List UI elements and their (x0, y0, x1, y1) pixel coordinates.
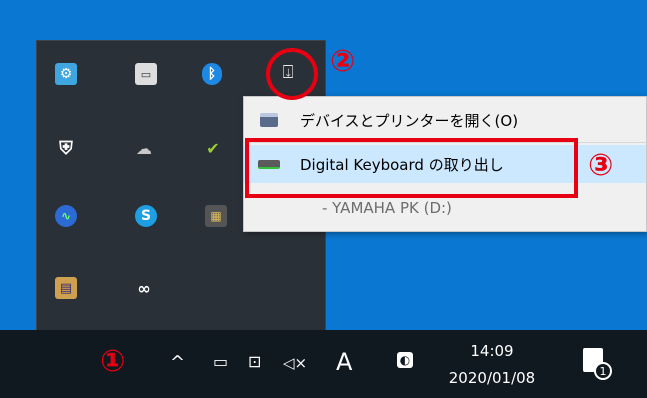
control-panel-icon[interactable]: ⚙ (55, 63, 77, 85)
open-devices-menu-item[interactable]: デバイスとプリンターを開く(O) (244, 101, 646, 139)
clock[interactable]: 14:09 2020/01/08 (432, 338, 552, 392)
battery-icon[interactable]: ▭ (213, 352, 228, 371)
checkmark-drive-icon[interactable]: ✔ (202, 137, 224, 159)
step-3-label: ③ (588, 148, 614, 183)
app-icon[interactable]: ▦ (205, 205, 227, 227)
volume-muted-icon[interactable]: ◁× (283, 354, 307, 372)
eject-highlight-box (245, 138, 578, 198)
notification-center-button[interactable]: 1 (583, 348, 612, 380)
clock-time: 14:09 (470, 342, 514, 360)
security-warning-icon[interactable]: ⛨ (55, 137, 77, 159)
monitor-icon[interactable]: ▭ (135, 63, 157, 85)
printer-icon[interactable]: ▤ (55, 277, 77, 299)
skype-icon[interactable]: S (135, 205, 157, 227)
drive-label: - YAMAHA PK (D:) (322, 199, 452, 217)
notification-count-badge: 1 (594, 362, 612, 380)
show-hidden-icons-chevron[interactable]: ^ (170, 352, 185, 373)
clock-date: 2020/01/08 (448, 369, 536, 387)
ime-indicator[interactable]: A (336, 348, 352, 376)
step-2-label: ② (330, 44, 356, 79)
devices-printers-icon (258, 111, 280, 129)
cloud-offline-icon[interactable]: ☁ (133, 137, 155, 159)
taskbar: ① ^ ▭ ⊡ ◁× A ◐ 14:09 2020/01/08 1 (0, 330, 647, 398)
usb-icon-highlight-circle (266, 48, 318, 100)
link-icon[interactable]: ∞ (133, 277, 155, 299)
bluetooth-icon[interactable]: ᛒ (202, 63, 222, 85)
step-1-label: ① (100, 344, 126, 379)
open-devices-label: デバイスとプリンターを開く(O) (300, 111, 519, 130)
tray-app-icon[interactable]: ◐ (397, 352, 413, 368)
vpn-icon[interactable]: ∿ (55, 205, 77, 227)
network-icon[interactable]: ⊡ (248, 352, 261, 371)
